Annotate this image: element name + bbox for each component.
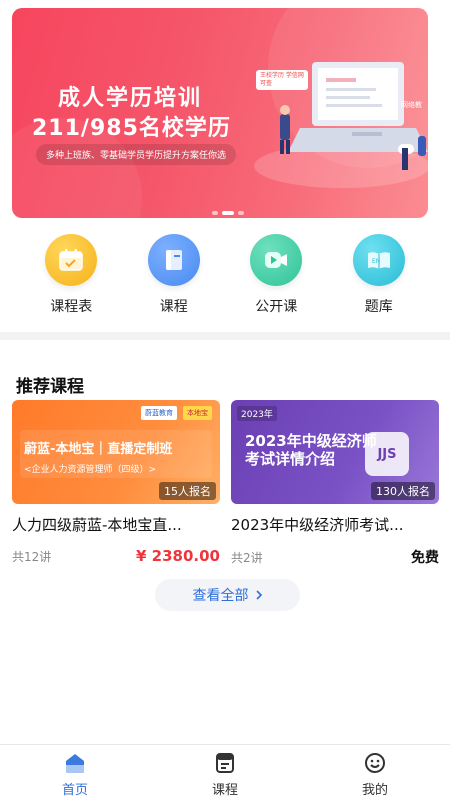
brand-logo: 本地宝 <box>183 406 212 420</box>
course-cover[interactable]: 蔚蓝教育 本地宝 蔚蓝-本地宝｜直播定制班 <企业人力资源管理师（四级）> 15… <box>12 400 220 504</box>
banner-corner-text: 网络教 <box>401 101 422 109</box>
section-divider <box>0 332 450 340</box>
quick-nav-label: 题库 <box>364 299 393 315</box>
tab-label: 课程 <box>211 783 238 798</box>
quick-nav-label: 课程 <box>159 299 188 315</box>
svg-text:EN: EN <box>372 258 380 265</box>
carousel-indicators <box>212 211 244 215</box>
view-all-button[interactable]: 查看全部 <box>155 579 300 611</box>
quick-nav-open-class[interactable]: 公开课 <box>236 230 316 320</box>
course-card[interactable]: 蔚蓝教育 本地宝 蔚蓝-本地宝｜直播定制班 <企业人力资源管理师（四级）> 15… <box>12 400 220 565</box>
chevron-right-icon <box>255 590 262 600</box>
play-video-icon <box>250 234 303 286</box>
tab-label: 我的 <box>361 783 388 798</box>
smiley-profile-icon <box>365 753 385 773</box>
course-title[interactable]: 2023年中级经济师考试... <box>231 514 441 535</box>
tab-courses[interactable]: 课程 <box>170 745 280 800</box>
section-title: 推荐课程 <box>16 377 84 397</box>
carousel-dot-active[interactable] <box>222 211 234 215</box>
lesson-count: 共12讲 <box>12 549 52 564</box>
quick-nav: 课程表 课程 公开课 EN 题库 <box>0 230 450 320</box>
view-all-label: 查看全部 <box>192 588 249 604</box>
carousel-dot[interactable] <box>212 211 218 215</box>
course-price: ¥ 2380.00 <box>136 547 220 565</box>
quick-nav-label: 课程表 <box>50 299 93 315</box>
quick-nav-question-bank[interactable]: EN 题库 <box>339 230 419 320</box>
tab-home[interactable]: 首页 <box>20 745 130 800</box>
enroll-count-badge: 15人报名 <box>159 482 216 500</box>
quick-nav-courses[interactable]: 课程 <box>134 230 214 320</box>
banner-title-line2: 211/985名校学历 <box>32 116 231 141</box>
book-icon <box>147 234 200 286</box>
banner-subtitle: 多种上班族、零基础学员学历提升方案任你选 <box>36 144 237 165</box>
bottom-tab-bar: 首页 课程 我的 <box>0 744 450 800</box>
cover-year: 2023年 <box>237 406 277 421</box>
lesson-count: 共2讲 <box>231 550 263 565</box>
cover-subtitle: 考试详情介绍 <box>245 450 336 468</box>
home-page: 成人学历培训 211/985名校学历 多种上班族、零基础学员学历提升方案任你选 … <box>0 0 450 800</box>
course-cover[interactable]: 2023年 2023年中级经济师 考试详情介绍 JJS 130人报名 <box>231 400 439 504</box>
cover-subtitle: <企业人力资源管理师（四级）> <box>24 465 157 475</box>
quick-nav-label: 公开课 <box>255 299 298 315</box>
home-icon <box>66 754 84 773</box>
course-meta: 共12讲 ¥ 2380.00 <box>12 547 220 565</box>
course-title[interactable]: 人力四级蔚蓝-本地宝直... <box>12 514 222 535</box>
jjs-badge-icon: JJS <box>365 432 409 476</box>
tab-profile[interactable]: 我的 <box>320 745 430 800</box>
cover-logos: 蔚蓝教育 本地宝 <box>141 406 212 420</box>
enroll-count-badge: 130人报名 <box>371 482 435 500</box>
quick-nav-schedule[interactable]: 课程表 <box>31 230 111 320</box>
brand-logo: 蔚蓝教育 <box>141 406 177 420</box>
question-bank-icon: EN <box>352 234 405 286</box>
course-price: 免费 <box>411 550 439 566</box>
carousel-dot[interactable] <box>238 211 244 215</box>
course-list-icon <box>216 753 234 773</box>
promo-banner[interactable]: 成人学历培训 211/985名校学历 多种上班族、零基础学员学历提升方案任你选 … <box>12 8 428 218</box>
course-card[interactable]: 2023年 2023年中级经济师 考试详情介绍 JJS 130人报名 2023年… <box>231 400 439 567</box>
calendar-icon <box>45 234 98 286</box>
banner-tag: 王校学历 学信网可查 <box>256 70 308 90</box>
course-meta: 共2讲 免费 <box>231 547 439 567</box>
banner-title-line1: 成人学历培训 <box>58 86 203 111</box>
tab-label: 首页 <box>61 783 88 798</box>
cover-title: 蔚蓝-本地宝｜直播定制班 <box>24 442 173 457</box>
